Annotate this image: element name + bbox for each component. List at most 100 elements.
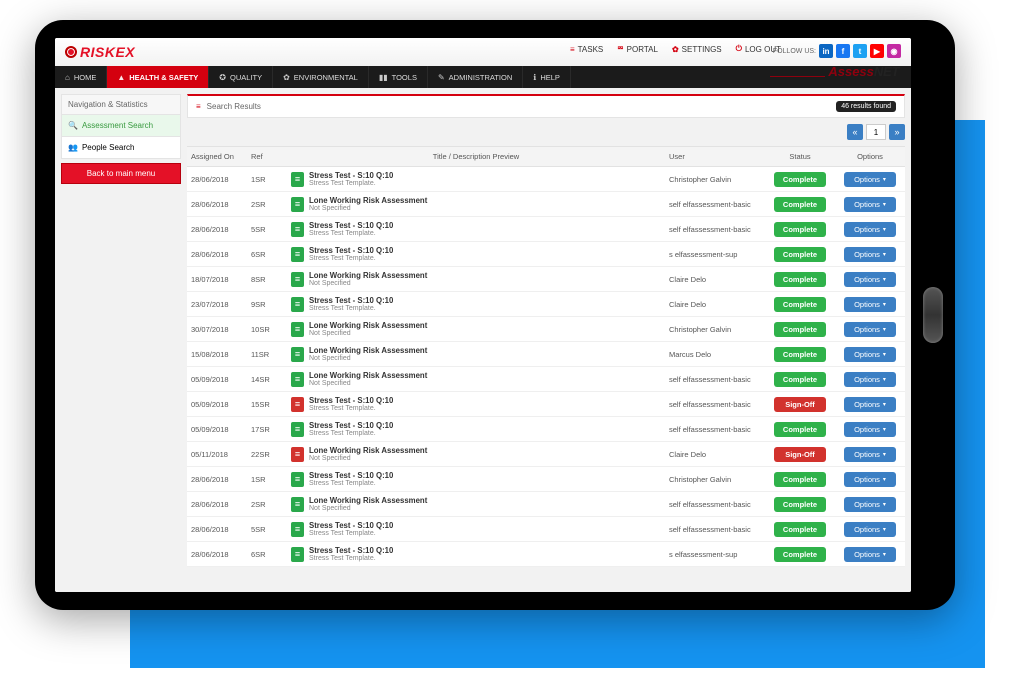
linkedin-icon[interactable]: in — [819, 44, 833, 58]
pager-prev-button[interactable]: « — [847, 124, 863, 140]
menu-item-home[interactable]: ⌂HOME — [55, 66, 107, 88]
status-button[interactable]: Sign-Off — [774, 397, 826, 412]
chevron-down-icon: ▾ — [883, 451, 886, 458]
pager-page-input[interactable] — [866, 124, 886, 140]
menu-item-health-safety[interactable]: ▲HEALTH & SAFETY — [107, 66, 209, 88]
status-button[interactable]: Complete — [774, 247, 826, 262]
col-assigned[interactable]: Assigned On — [187, 147, 247, 167]
col-title[interactable]: Title / Description Preview — [287, 147, 665, 167]
instagram-icon[interactable]: ◉ — [887, 44, 901, 58]
status-button[interactable]: Complete — [774, 172, 826, 187]
sidebar-item-people[interactable]: 👥 People Search — [61, 137, 181, 159]
status-button[interactable]: Complete — [774, 497, 826, 512]
pager-next-button[interactable]: » — [889, 124, 905, 140]
options-button[interactable]: Options ▾ — [844, 372, 896, 387]
sidebar-item-assessment[interactable]: 🔍 Assessment Search — [61, 115, 181, 137]
options-button[interactable]: Options ▾ — [844, 422, 896, 437]
menu-item-quality[interactable]: ✪QUALITY — [209, 66, 273, 88]
col-status[interactable]: Status — [765, 147, 835, 167]
col-ref[interactable]: Ref — [247, 147, 287, 167]
back-button[interactable]: Back to main menu — [61, 163, 181, 184]
options-button[interactable]: Options ▾ — [844, 447, 896, 462]
menu-item-tools[interactable]: ▮▮TOOLS — [369, 66, 428, 88]
status-button[interactable]: Complete — [774, 347, 826, 362]
nav-settings[interactable]: ✿SETTINGS — [672, 45, 722, 54]
row-title: Lone Working Risk Assessment — [309, 496, 427, 505]
document-icon — [291, 372, 304, 387]
status-button[interactable]: Complete — [774, 422, 826, 437]
cell-options: Options ▾ — [835, 292, 905, 317]
cell-ref: 1SR — [247, 467, 287, 492]
list-icon: ≡ — [196, 102, 201, 111]
options-button[interactable]: Options ▾ — [844, 197, 896, 212]
cell-title: Lone Working Risk Assessment Not Specifi… — [287, 442, 665, 467]
cell-title: Lone Working Risk Assessment Not Specifi… — [287, 492, 665, 517]
status-button[interactable]: Complete — [774, 547, 826, 562]
row-subtitle: Not Specified — [309, 280, 427, 287]
cell-ref: 5SR — [247, 217, 287, 242]
options-button[interactable]: Options ▾ — [844, 222, 896, 237]
options-button[interactable]: Options ▾ — [844, 297, 896, 312]
table-row: 23/07/2018 9SR Stress Test - S:10 Q:10 S… — [187, 292, 905, 317]
options-button[interactable]: Options ▾ — [844, 247, 896, 262]
menu-icon: ▲ — [117, 73, 125, 82]
status-button[interactable]: Complete — [774, 372, 826, 387]
menu-icon: ℹ — [533, 73, 536, 82]
status-button[interactable]: Complete — [774, 197, 826, 212]
options-button[interactable]: Options ▾ — [844, 397, 896, 412]
options-button[interactable]: Options ▾ — [844, 547, 896, 562]
options-button[interactable]: Options ▾ — [844, 497, 896, 512]
col-user[interactable]: User — [665, 147, 765, 167]
nav-tasks[interactable]: ≡TASKS — [570, 45, 603, 54]
row-subtitle: Not Specified — [309, 455, 427, 462]
sidebar-title: Navigation & Statistics — [61, 94, 181, 115]
cell-options: Options ▾ — [835, 442, 905, 467]
status-button[interactable]: Complete — [774, 472, 826, 487]
chevron-down-icon: ▾ — [883, 551, 886, 558]
cell-options: Options ▾ — [835, 517, 905, 542]
cell-ref: 8SR — [247, 267, 287, 292]
row-title: Lone Working Risk Assessment — [309, 371, 427, 380]
cell-date: 28/06/2018 — [187, 217, 247, 242]
menu-item-administration[interactable]: ✎ADMINISTRATION — [428, 66, 523, 88]
youtube-icon[interactable]: ▶ — [870, 44, 884, 58]
menu-item-help[interactable]: ℹHELP — [523, 66, 571, 88]
tablet-screen: RISKEX ≡TASKS ⮹PORTAL ✿SETTINGS ⏻LOG OUT… — [55, 38, 911, 592]
results-count-badge: 46 results found — [836, 101, 896, 112]
status-button[interactable]: Complete — [774, 297, 826, 312]
cell-user: self elfassessment-basic — [665, 392, 765, 417]
status-button[interactable]: Complete — [774, 222, 826, 237]
col-options[interactable]: Options — [835, 147, 905, 167]
status-button[interactable]: Complete — [774, 272, 826, 287]
status-button[interactable]: Complete — [774, 322, 826, 337]
document-icon — [291, 347, 304, 362]
options-button[interactable]: Options ▾ — [844, 347, 896, 362]
results-table: Assigned On Ref Title / Description Prev… — [187, 146, 905, 567]
options-button[interactable]: Options ▾ — [844, 172, 896, 187]
table-row: 05/09/2018 15SR Stress Test - S:10 Q:10 … — [187, 392, 905, 417]
status-button[interactable]: Complete — [774, 522, 826, 537]
menu-item-environmental[interactable]: ✿ENVIRONMENTAL — [273, 66, 369, 88]
nav-portal[interactable]: ⮹PORTAL — [617, 44, 658, 54]
cell-date: 05/09/2018 — [187, 392, 247, 417]
row-subtitle: Not Specified — [309, 505, 427, 512]
options-button[interactable]: Options ▾ — [844, 322, 896, 337]
row-subtitle: Not Specified — [309, 355, 427, 362]
cell-options: Options ▾ — [835, 392, 905, 417]
twitter-icon[interactable]: t — [853, 44, 867, 58]
row-subtitle: Not Specified — [309, 330, 427, 337]
cell-options: Options ▾ — [835, 167, 905, 192]
row-subtitle: Stress Test Template. — [309, 480, 393, 487]
options-button[interactable]: Options ▾ — [844, 522, 896, 537]
menu-icon: ✿ — [283, 73, 290, 82]
options-button[interactable]: Options ▾ — [844, 472, 896, 487]
menu-icon: ✪ — [219, 73, 226, 82]
cell-options: Options ▾ — [835, 492, 905, 517]
options-button[interactable]: Options ▾ — [844, 272, 896, 287]
facebook-icon[interactable]: f — [836, 44, 850, 58]
cell-date: 05/09/2018 — [187, 367, 247, 392]
cell-title: Lone Working Risk Assessment Not Specifi… — [287, 267, 665, 292]
row-title: Stress Test - S:10 Q:10 — [309, 296, 393, 305]
row-title: Lone Working Risk Assessment — [309, 271, 427, 280]
status-button[interactable]: Sign-Off — [774, 447, 826, 462]
